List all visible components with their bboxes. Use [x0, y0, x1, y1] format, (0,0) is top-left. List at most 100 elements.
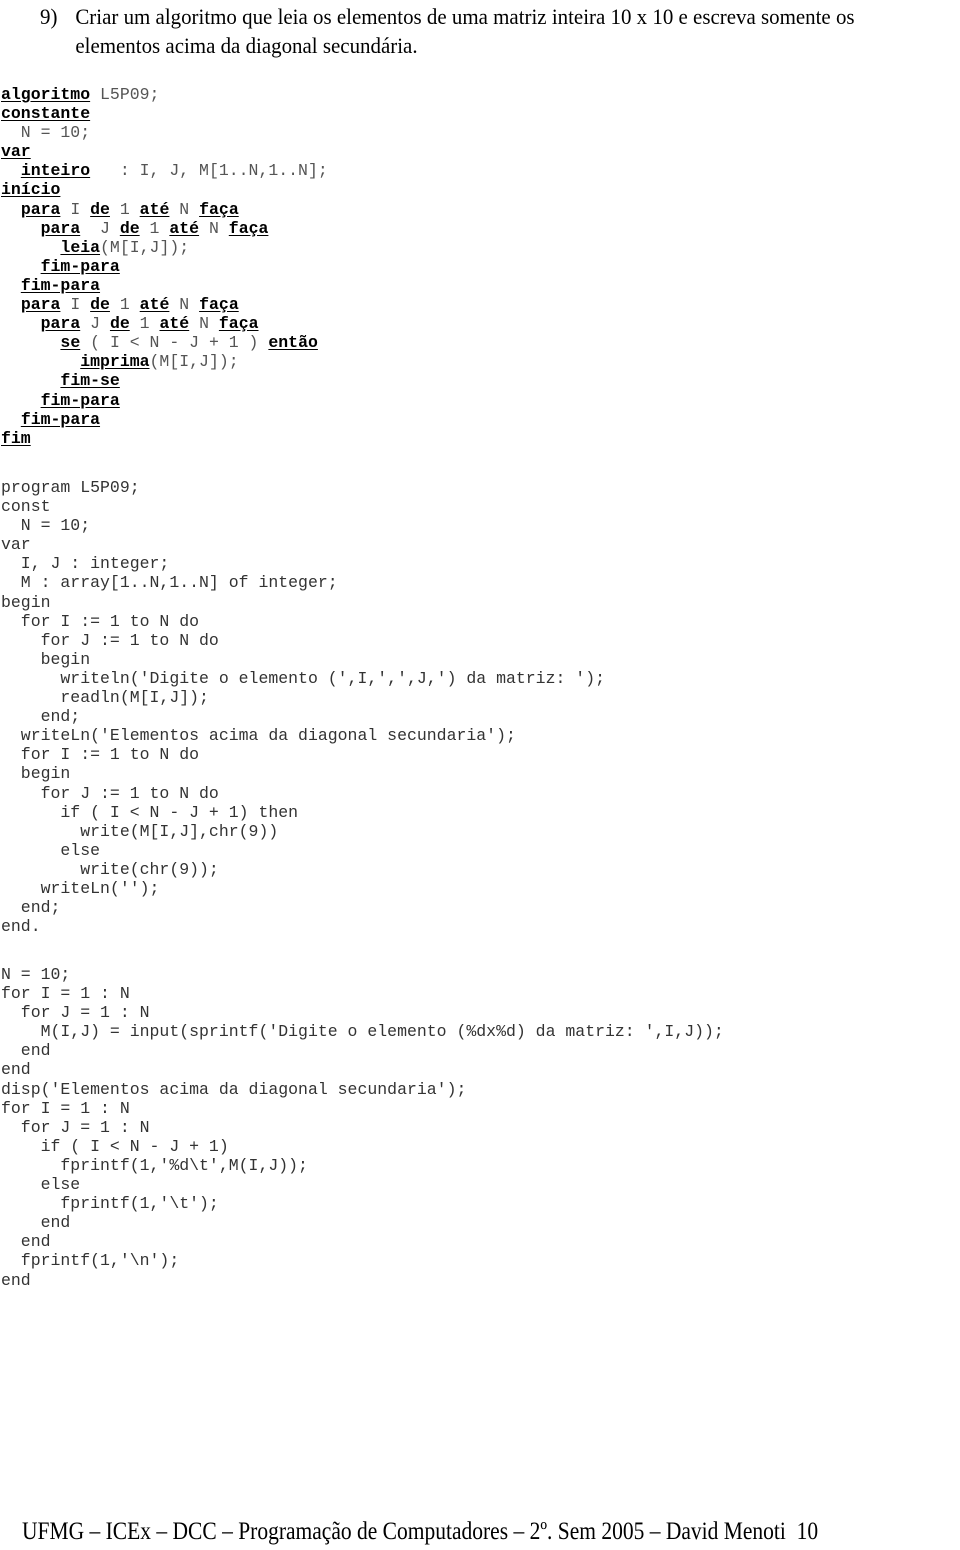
- keyword: se: [60, 333, 81, 353]
- code-text: ( I < N - J + 1 ): [80, 333, 269, 353]
- pseudocode-block: algoritmo L5P09; constante N = 10; var int…: [1, 85, 328, 448]
- code-line: fim: [1, 429, 328, 448]
- keyword: faça: [199, 295, 239, 315]
- code-line: end.: [1, 917, 41, 937]
- code-text: N: [169, 199, 200, 219]
- code-line: if ( I < N - J + 1): [1, 1136, 229, 1156]
- keyword: para: [20, 295, 61, 315]
- code-line: para J de 1 até N faça: [1, 314, 328, 333]
- code-line: constante: [1, 104, 328, 123]
- code-text: 1: [109, 295, 140, 315]
- code-text: L5P09;: [90, 85, 160, 104]
- code-line: para J de 1 até N faça: [1, 219, 328, 238]
- code-line: var: [1, 535, 31, 555]
- code-line: N = 10;: [1, 123, 328, 142]
- keyword: para: [20, 199, 61, 219]
- page-number: 10: [796, 1518, 819, 1545]
- keyword: de: [119, 218, 140, 238]
- keyword: fim: [1, 428, 31, 448]
- code-line: end;: [1, 898, 61, 918]
- code-line: inteiro : I, J, M[1..N,1..N];: [1, 161, 328, 180]
- code-line: I, J : integer;: [1, 554, 170, 574]
- code-text: N: [189, 314, 219, 334]
- keyword: para: [40, 314, 81, 334]
- code-text: J: [80, 218, 120, 238]
- code-text: I: [60, 199, 91, 219]
- code-text: J: [80, 314, 110, 334]
- keyword: faça: [199, 199, 239, 219]
- code-line: begin: [1, 764, 71, 784]
- code-line: const: [1, 497, 51, 517]
- keyword: imprima: [80, 352, 150, 372]
- matlab-code-block: N = 10; for I = 1 : N for J = 1 : N M(I,J…: [1, 965, 724, 1290]
- code-text: N: [169, 295, 200, 315]
- code-line: readln(M[I,J]);: [1, 688, 209, 708]
- code-line: for J := 1 to N do: [1, 783, 219, 803]
- code-line: writeLn('');: [1, 878, 160, 898]
- code-line: fprintf(1,'\n');: [1, 1251, 180, 1271]
- code-line: writeln('Digite o elemento (',I,',',J,')…: [1, 668, 605, 688]
- keyword: fim-para: [20, 409, 101, 429]
- keyword: início: [1, 180, 61, 200]
- code-text: (M[I,J]);: [100, 237, 190, 257]
- code-text: N: [199, 218, 229, 238]
- code-line: N = 10;: [1, 516, 91, 536]
- code-line: for I := 1 to N do: [1, 745, 200, 765]
- code-line: end: [1, 1060, 31, 1080]
- keyword: fim-para: [40, 390, 120, 410]
- code-text: : I, J, M[1..N,1..N];: [90, 161, 328, 181]
- keyword: para: [40, 218, 81, 238]
- code-line: end: [1, 1232, 51, 1252]
- code-line: for J := 1 to N do: [1, 630, 219, 650]
- keyword: constante: [1, 104, 91, 124]
- keyword: fim-para: [20, 275, 101, 295]
- keyword: faça: [218, 314, 259, 334]
- code-text: N = 10;: [1, 123, 91, 143]
- code-line: program L5P09;: [1, 478, 140, 497]
- keyword: então: [268, 333, 318, 353]
- code-line: end;: [1, 707, 81, 727]
- code-line: início: [1, 180, 328, 199]
- code-line: fim-se: [1, 371, 328, 390]
- keyword: fim-para: [40, 256, 120, 276]
- keyword: até: [159, 314, 190, 334]
- code-line: else: [1, 1175, 81, 1195]
- keyword: até: [139, 295, 170, 315]
- code-line: imprima(M[I,J]);: [1, 352, 328, 371]
- keyword: algoritmo: [1, 85, 91, 104]
- code-line: end: [1, 1213, 71, 1233]
- page-footer: UFMG – ICEx – DCC – Programação de Compu…: [22, 1517, 818, 1547]
- code-line: end: [1, 1041, 51, 1061]
- code-line: para I de 1 até N faça: [1, 200, 328, 219]
- code-text: 1: [139, 218, 170, 238]
- code-text: (M[I,J]);: [149, 352, 239, 372]
- code-line: for I := 1 to N do: [1, 611, 200, 631]
- code-line: para I de 1 até N faça: [1, 295, 328, 314]
- code-line: fim-para: [1, 391, 328, 410]
- keyword: fim-se: [60, 371, 120, 391]
- code-line: M : array[1..N,1..N] of integer;: [1, 573, 338, 593]
- code-line: disp('Elementos acima da diagonal secund…: [1, 1079, 467, 1099]
- keyword: até: [139, 199, 170, 219]
- code-line: for J = 1 : N: [1, 1117, 150, 1137]
- code-line: leia(M[I,J]);: [1, 238, 328, 257]
- code-line: begin: [1, 649, 91, 669]
- code-line: var: [1, 142, 328, 161]
- keyword: leia: [60, 237, 101, 257]
- code-line: fim-para: [1, 276, 328, 295]
- exercise-heading: 9) Criar um algoritmo que leia os elemen…: [40, 2, 891, 60]
- code-line: begin: [1, 592, 51, 612]
- pascal-code-block: program L5P09; const N = 10; var I, J : in…: [1, 478, 605, 936]
- footer-text: UFMG – ICEx – DCC – Programação de Compu…: [22, 1518, 786, 1545]
- exercise-statement: Criar um algoritmo que leia os elementos…: [75, 4, 855, 58]
